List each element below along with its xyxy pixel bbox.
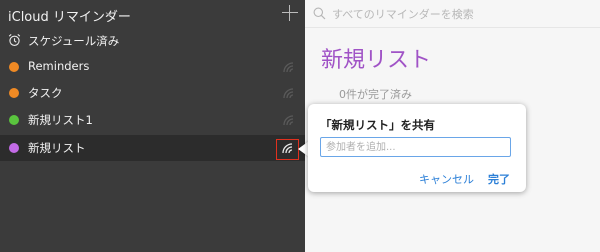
cancel-button[interactable]: キャンセル xyxy=(419,171,474,187)
share-icon[interactable] xyxy=(281,60,297,74)
popover-title: 「新規リスト」を共有 xyxy=(320,118,435,132)
list-color-dot xyxy=(9,115,19,125)
alarm-clock-icon xyxy=(8,33,21,46)
sidebar-item-label: スケジュール済み xyxy=(28,34,120,48)
share-highlight-box xyxy=(276,139,299,160)
list-color-dot xyxy=(9,143,19,153)
sidebar-item-reminders[interactable]: Reminders xyxy=(0,54,305,80)
sidebar-item-label: Reminders xyxy=(28,59,90,73)
sidebar-item-tasks[interactable]: タスク xyxy=(0,80,305,106)
list-color-dot xyxy=(9,88,19,98)
add-list-icon[interactable] xyxy=(282,5,298,21)
sidebar-item-new-list-1[interactable]: 新規リスト1 xyxy=(0,107,305,133)
search-bar xyxy=(305,0,600,28)
sidebar-header: iCloud リマインダー xyxy=(0,0,305,28)
share-icon[interactable] xyxy=(281,86,297,100)
completed-count[interactable]: 0件が完了済み xyxy=(339,86,412,102)
share-popover: 「新規リスト」を共有 キャンセル 完了 xyxy=(308,104,526,192)
sidebar-item-label: 新規リスト xyxy=(28,141,86,155)
search-icon xyxy=(313,7,326,20)
list-title: 新規リスト xyxy=(321,48,432,73)
done-button[interactable]: 完了 xyxy=(488,171,510,187)
chevron-down-icon[interactable] xyxy=(105,10,113,18)
list-color-dot xyxy=(9,62,19,72)
sidebar-item-new-list[interactable]: 新規リスト xyxy=(0,135,305,161)
sidebar-item-label: タスク xyxy=(28,86,63,100)
search-input[interactable] xyxy=(332,6,592,22)
share-icon[interactable] xyxy=(281,113,297,127)
sidebar-item-scheduled[interactable]: スケジュール済み xyxy=(0,28,305,54)
sidebar-item-label: 新規リスト1 xyxy=(28,113,93,127)
sidebar: iCloud リマインダー スケジュール済み Reminders タスク 新規リ… xyxy=(0,0,305,252)
add-participant-input[interactable] xyxy=(320,137,511,157)
